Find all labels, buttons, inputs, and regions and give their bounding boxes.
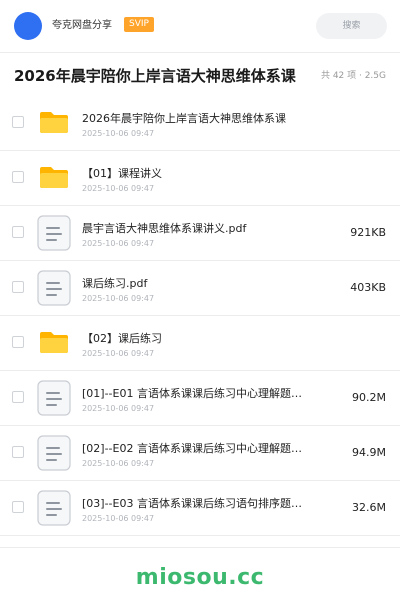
avatar[interactable] <box>14 12 42 40</box>
row-checkbox[interactable] <box>12 336 24 348</box>
sharer-name: 夸克网盘分享 <box>52 20 112 31</box>
list-item[interactable]: [03]--E03 言语体系课课后练习语句排序题（… 2025-10-06 09:… <box>0 481 400 536</box>
file-date: 2025-10-06 09:47 <box>82 404 155 413</box>
document-icon <box>37 490 71 526</box>
document-icon <box>37 435 71 471</box>
list-item[interactable]: 【02】课后练习 2025-10-06 09:47 <box>0 316 400 371</box>
list-item[interactable]: [01]--E01 言语体系课课后练习中心理解题（… 2025-10-06 09:… <box>0 371 400 426</box>
watermark: miosou.cc <box>135 565 265 590</box>
folder-icon <box>40 165 68 188</box>
file-name: [02]--E02 言语体系课课后练习中心理解题（… <box>82 442 312 455</box>
list-item[interactable]: [02]--E02 言语体系课课后练习中心理解题（… 2025-10-06 09:… <box>0 426 400 481</box>
file-date: 2025-10-06 09:47 <box>82 129 155 138</box>
row-checkbox[interactable] <box>12 501 24 513</box>
file-date: 2025-10-06 09:47 <box>82 239 155 248</box>
search-button[interactable]: 搜索 <box>316 13 387 39</box>
folder-header: 2026年晨宇陪你上岸言语大神思维体系课 共 42 项 · 2.5G <box>0 52 400 97</box>
folder-icon <box>40 110 68 133</box>
file-name: 2026年晨宇陪你上岸言语大神思维体系课 <box>82 112 286 125</box>
file-size: 90.2M <box>352 391 386 404</box>
document-icon <box>37 215 71 251</box>
top-bar: 夸克网盘分享 SVIP 搜索 <box>0 0 400 53</box>
file-date: 2025-10-06 09:47 <box>82 514 155 523</box>
row-checkbox[interactable] <box>12 446 24 458</box>
file-name: 【02】课后练习 <box>82 332 162 345</box>
file-name: [01]--E01 言语体系课课后练习中心理解题（… <box>82 387 312 400</box>
svip-badge: SVIP <box>124 17 154 32</box>
list-item[interactable]: 2026年晨宇陪你上岸言语大神思维体系课 2025-10-06 09:47 <box>0 96 400 151</box>
file-size: 32.6M <box>352 501 386 514</box>
document-icon <box>37 270 71 306</box>
folder-meta: 共 42 项 · 2.5G <box>320 71 386 81</box>
file-name: 晨宇言语大神思维体系课讲义.pdf <box>82 222 247 235</box>
row-checkbox[interactable] <box>12 281 24 293</box>
page-title: 2026年晨宇陪你上岸言语大神思维体系课 <box>14 67 296 85</box>
file-date: 2025-10-06 09:47 <box>82 459 155 468</box>
file-name: 【01】课程讲义 <box>82 167 162 180</box>
document-icon <box>37 380 71 416</box>
file-size: 403KB <box>350 281 386 294</box>
file-date: 2025-10-06 09:47 <box>82 349 155 358</box>
file-name: [03]--E03 言语体系课课后练习语句排序题（… <box>82 497 312 510</box>
list-item[interactable]: 课后练习.pdf 2025-10-06 09:47 403KB <box>0 261 400 316</box>
row-checkbox[interactable] <box>12 116 24 128</box>
file-name: 课后练习.pdf <box>82 277 148 290</box>
divider <box>0 547 400 548</box>
file-list: 2026年晨宇陪你上岸言语大神思维体系课 2025-10-06 09:47 【01】… <box>0 96 400 536</box>
file-size: 94.9M <box>352 446 386 459</box>
row-checkbox[interactable] <box>12 226 24 238</box>
row-checkbox[interactable] <box>12 391 24 403</box>
file-date: 2025-10-06 09:47 <box>82 294 155 303</box>
list-item[interactable]: 晨宇言语大神思维体系课讲义.pdf 2025-10-06 09:47 921KB <box>0 206 400 261</box>
folder-icon <box>40 330 68 353</box>
file-size: 921KB <box>350 226 386 239</box>
row-checkbox[interactable] <box>12 171 24 183</box>
list-item[interactable]: 【01】课程讲义 2025-10-06 09:47 <box>0 151 400 206</box>
file-date: 2025-10-06 09:47 <box>82 184 155 193</box>
